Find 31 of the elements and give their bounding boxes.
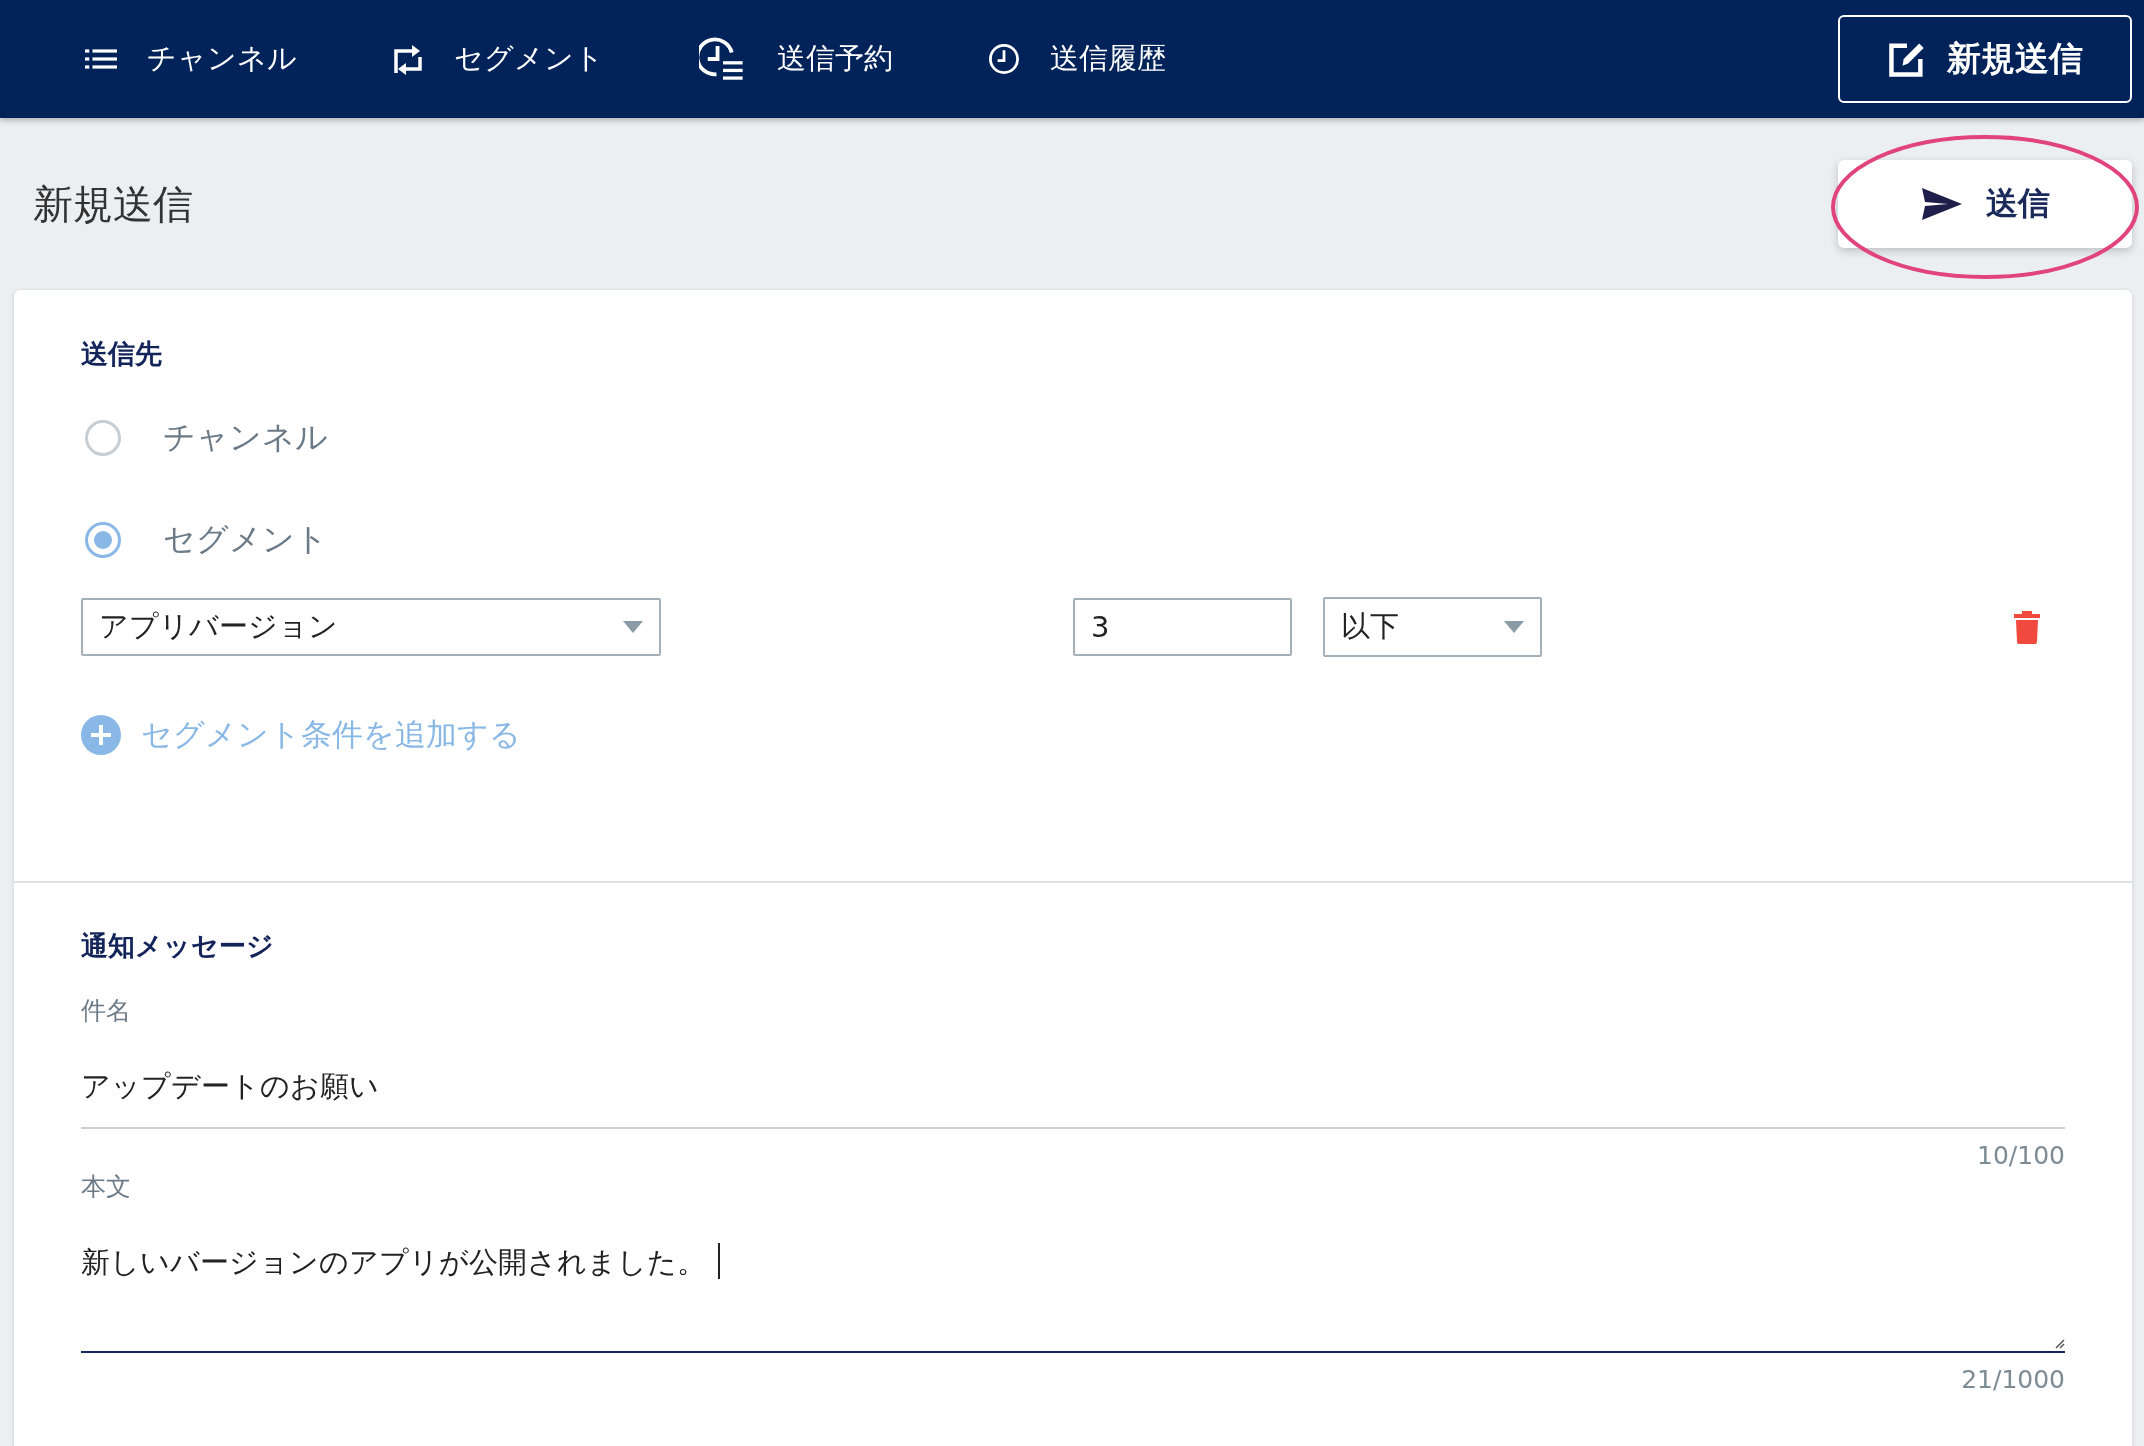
new-message-button[interactable]: 新規送信 <box>1838 15 2132 103</box>
body-text-area[interactable]: 新しいバージョンのアプリが公開されました。 <box>81 1213 2065 1353</box>
caret-icon <box>1504 621 1524 633</box>
radio-option[interactable]: チャンネル <box>81 402 2065 474</box>
send-icon <box>1920 186 1964 222</box>
subject-field[interactable]: アップデートのお願い <box>81 1047 2065 1129</box>
plus-circle-icon <box>81 715 121 755</box>
text-cursor <box>718 1243 720 1279</box>
send-button[interactable]: 送信 <box>1838 160 2132 248</box>
field-label: 件名 <box>81 995 132 1027</box>
field-label: 本文 <box>81 1171 132 1203</box>
radio-button[interactable] <box>85 420 121 456</box>
radio-option[interactable]: セグメント <box>81 504 2065 576</box>
nav-link[interactable]: 送信履歴 <box>988 37 1166 81</box>
caret-icon <box>623 621 643 633</box>
nav-link[interactable]: セグメント <box>392 37 604 81</box>
clock-icon <box>988 43 1020 75</box>
resize-handle-icon[interactable] <box>2053 1337 2065 1349</box>
section-heading: 送信先 <box>81 337 163 371</box>
swap-arrows-icon <box>392 43 424 75</box>
character-counter: 21/1000 <box>1960 1365 2065 1394</box>
nav-link[interactable]: 送信予約 <box>699 37 893 81</box>
character-counter: 10/100 <box>1976 1141 2065 1170</box>
page-title: 新規送信 <box>33 179 193 229</box>
nav-link[interactable]: チャンネル <box>85 37 297 81</box>
value-input-field[interactable]: 3 <box>1073 598 1292 656</box>
operator-dropdown[interactable]: 以下 <box>1323 597 1542 657</box>
delete-icon[interactable] <box>2013 609 2041 645</box>
attribute-dropdown[interactable]: アプリバージョン <box>81 598 661 656</box>
radio-button[interactable] <box>85 522 121 558</box>
section-heading: 通知メッセージ <box>81 929 275 963</box>
